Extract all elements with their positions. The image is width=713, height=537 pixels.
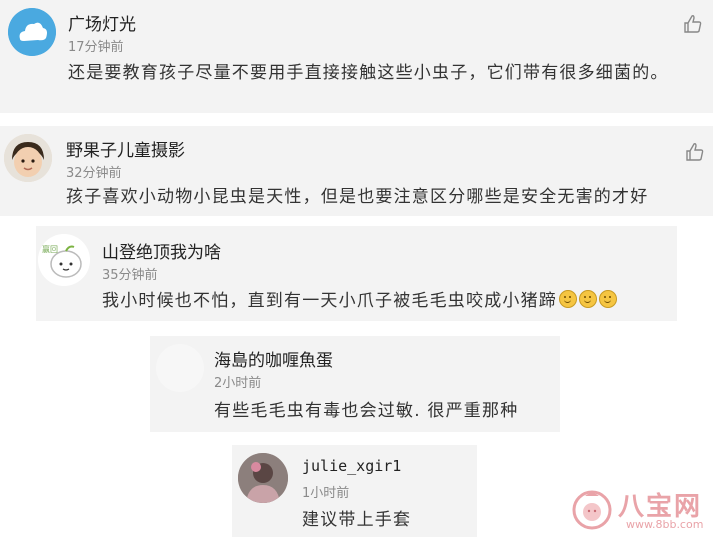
comment-author[interactable]: 海島的咖喱魚蛋 [214, 346, 333, 371]
comment-text: 建议带上手套 [302, 510, 412, 530]
smile-emoji-icon [559, 290, 577, 308]
blank-avatar-icon [156, 344, 204, 392]
comment-time: 17分钟前 [68, 40, 124, 55]
comment-time: 2小时前 [214, 376, 262, 391]
comment-card: 赢回 山登绝顶我为啥 35分钟前 我小时候也不怕，直到有一天小爪子被毛毛虫咬成小… [36, 226, 677, 321]
avatar[interactable] [8, 8, 56, 56]
comment-author[interactable]: 广场灯光 [68, 10, 136, 35]
thumbs-up-icon[interactable] [682, 14, 704, 34]
avatar[interactable]: 赢回 [38, 234, 90, 286]
smile-emoji-icon [599, 290, 617, 308]
child-photo-avatar [4, 134, 52, 182]
comment-text: 孩子喜欢小动物小昆虫是天性，但是也要注意区分哪些是安全无害的才好 [66, 187, 649, 207]
baby-logo-icon [572, 490, 612, 530]
smile-emoji-icon [579, 290, 597, 308]
comment-text: 有些毛毛虫有毒也会过敏. 很严重那种 [214, 401, 519, 421]
comment-time: 1小时前 [302, 486, 350, 501]
comment-time: 35分钟前 [102, 268, 158, 283]
comment-card: julie_xgir1 1小时前 建议带上手套 [232, 445, 477, 537]
avatar[interactable] [4, 134, 52, 182]
comment-time: 32分钟前 [66, 166, 122, 181]
watermark: 八宝网 www.8bb.com [570, 488, 710, 534]
svg-text:赢回: 赢回 [42, 244, 58, 254]
avatar[interactable] [238, 453, 288, 503]
photo-avatar-icon [238, 453, 288, 503]
comment-card: 野果子儿童摄影 32分钟前 孩子喜欢小动物小昆虫是天性，但是也要注意区分哪些是安… [0, 126, 713, 216]
comment-card: 海島的咖喱魚蛋 2小时前 有些毛毛虫有毒也会过敏. 很严重那种 [150, 336, 560, 432]
cloud-avatar-icon [8, 8, 56, 56]
comment-author[interactable]: julie_xgir1 [302, 457, 401, 475]
cartoon-avatar-icon: 赢回 [38, 234, 90, 286]
thumbs-up-icon[interactable] [684, 142, 706, 162]
watermark-url: www.8bb.com [626, 518, 704, 531]
comment-card: 广场灯光 17分钟前 还是要教育孩子尽量不要用手直接接触这些小虫子，它们带有很多… [0, 0, 713, 113]
comment-text: 我小时候也不怕，直到有一天小爪子被毛毛虫咬成小猪蹄 [102, 286, 672, 316]
comment-text-content: 我小时候也不怕，直到有一天小爪子被毛毛虫咬成小猪蹄 [102, 291, 557, 311]
avatar[interactable] [156, 344, 204, 392]
comment-text: 还是要教育孩子尽量不要用手直接接触这些小虫子，它们带有很多细菌的。 [68, 63, 669, 83]
comment-author[interactable]: 野果子儿童摄影 [66, 136, 185, 161]
comment-author[interactable]: 山登绝顶我为啥 [102, 238, 221, 263]
